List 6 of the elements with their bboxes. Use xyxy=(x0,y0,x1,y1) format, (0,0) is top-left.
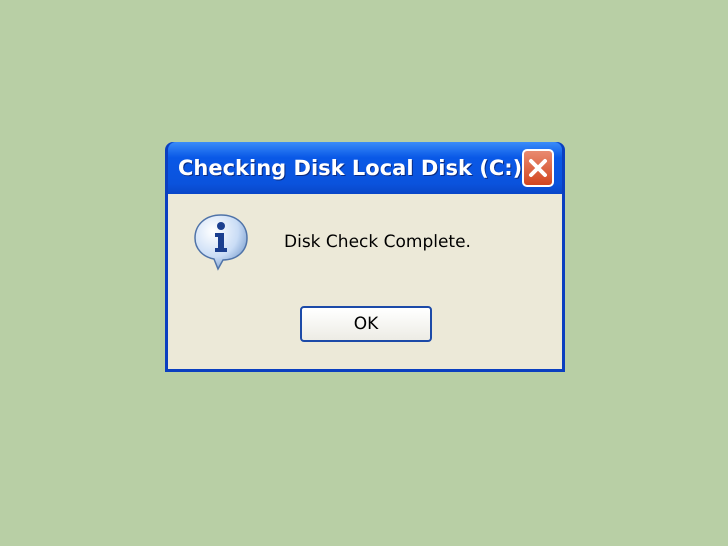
info-icon xyxy=(192,212,250,272)
ok-button[interactable]: OK xyxy=(300,306,432,342)
message-text: Disk Check Complete. xyxy=(284,232,471,252)
window-title: Checking Disk Local Disk (C:) xyxy=(178,156,522,180)
close-icon xyxy=(527,157,550,179)
close-button[interactable] xyxy=(522,149,554,187)
